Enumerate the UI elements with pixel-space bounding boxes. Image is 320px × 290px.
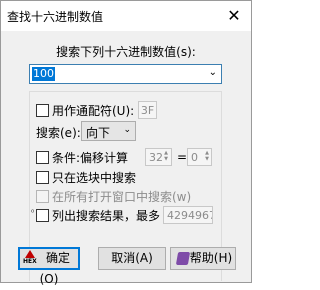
direction-select[interactable]: 向下 ⌄ (81, 121, 136, 141)
condition-option[interactable]: 条件:偏移计算 (36, 149, 128, 166)
offset-modulus-value: 32 (149, 151, 163, 164)
selection-only-option[interactable]: 只在选块中搜索 (36, 169, 136, 186)
help-button-label: 帮助(H) (189, 251, 233, 265)
wildcard-label: 用作通配符(U): (52, 104, 135, 118)
dialog-title: 查找十六进制数值 (7, 10, 104, 24)
cancel-button-label: 取消(A) (111, 251, 153, 265)
offset-remainder-value: 0 (191, 151, 198, 164)
chevron-down-icon: ⌄ (123, 125, 131, 135)
direction-label: 搜索(e): (36, 126, 81, 140)
list-results-label: 列出搜索结果，最多 (52, 209, 161, 223)
cancel-button[interactable]: 取消(A) (98, 247, 166, 270)
max-results-field[interactable]: 42949672 (163, 206, 213, 224)
help-button[interactable]: 帮助(H) (170, 247, 236, 270)
condition-label: 条件:偏移计算 (52, 151, 129, 165)
title-bar: 查找十六进制数值 ✕ (1, 1, 251, 31)
cursor-marker-icon: ⁰ (31, 208, 35, 217)
help-book-icon (175, 252, 191, 265)
wildcard-checkbox[interactable] (36, 104, 49, 117)
spin-arrows-icon[interactable]: ▲ ▼ (203, 150, 211, 162)
hex-value-combobox[interactable]: 100 ⌄ (29, 64, 222, 84)
all-windows-label: 在所有打开窗口中搜索(w) (52, 190, 192, 204)
search-label: 搜索下列十六进制数值(s): (56, 45, 196, 59)
list-results-option[interactable]: 列出搜索结果，最多 (36, 207, 160, 224)
selection-only-checkbox[interactable] (36, 171, 49, 184)
wildcard-option[interactable]: 用作通配符(U): (36, 102, 134, 119)
hex-icon: HEX (23, 250, 37, 266)
spin-arrows-icon[interactable]: ▲ ▼ (162, 150, 170, 162)
condition-checkbox[interactable] (36, 151, 49, 164)
wildcard-value-field[interactable]: 3F (138, 101, 157, 119)
all-windows-option: 在所有打开窗口中搜索(w) (36, 188, 191, 205)
selection-only-label: 只在选块中搜索 (52, 171, 137, 185)
list-results-checkbox[interactable] (36, 209, 49, 222)
close-icon[interactable]: ✕ (223, 5, 245, 27)
hex-value-input[interactable]: 100 (32, 67, 55, 81)
ok-button[interactable]: HEX 确定(O) (18, 247, 80, 286)
direction-value: 向下 (86, 126, 111, 140)
all-windows-checkbox (36, 190, 49, 203)
chevron-down-icon[interactable]: ⌄ (209, 67, 217, 78)
equals-sign: = (177, 150, 188, 164)
